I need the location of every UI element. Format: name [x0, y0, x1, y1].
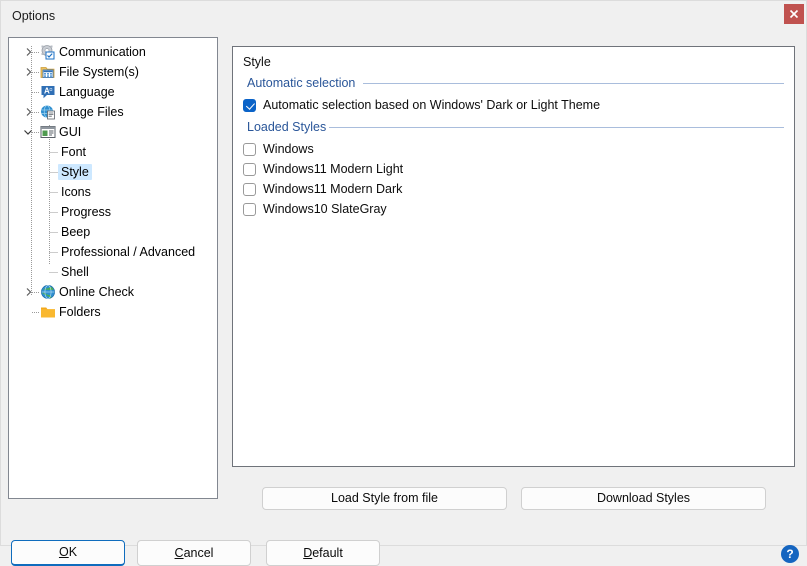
- checkbox-indicator[interactable]: [243, 143, 256, 156]
- tree-connector: [49, 232, 58, 233]
- default-button[interactable]: Default: [266, 540, 380, 566]
- tree-connector: [49, 272, 58, 273]
- ok-rest: K: [68, 545, 78, 560]
- help-button[interactable]: ?: [781, 545, 799, 563]
- tree-item-folders[interactable]: Folders: [9, 302, 217, 322]
- gear-checkbox-icon: [41, 45, 55, 60]
- checkbox-label: Automatic selection based on Windows' Da…: [263, 98, 601, 112]
- load-style-from-file-button[interactable]: Load Style from file: [262, 487, 507, 510]
- svg-text:¤: ¤: [49, 88, 52, 94]
- download-styles-button[interactable]: Download Styles: [521, 487, 766, 510]
- tree-connector: [49, 172, 58, 173]
- cancel-rest: ancel: [183, 545, 214, 560]
- folder-grid-icon: [40, 67, 55, 78]
- cancel-button[interactable]: Cancel: [137, 540, 251, 566]
- tree-connector: [49, 152, 58, 153]
- checkbox-indicator[interactable]: [243, 203, 256, 216]
- tree-item-label: Folders: [59, 305, 101, 319]
- tree-item-label: Communication: [59, 45, 146, 59]
- tree-item-style[interactable]: Style: [9, 162, 217, 182]
- tree-item-label: Online Check: [59, 285, 135, 299]
- chevron-down-icon[interactable]: [23, 127, 33, 137]
- title-bar: Options: [1, 1, 806, 33]
- tree-connector: [31, 92, 39, 93]
- close-icon: [789, 9, 799, 19]
- tree-item-icons[interactable]: Icons: [9, 182, 217, 202]
- default-rest: efault: [312, 545, 343, 560]
- tree-item-label: Font: [61, 145, 87, 159]
- tree-item-font[interactable]: Font: [9, 142, 217, 162]
- tree-item-beep[interactable]: Beep: [9, 222, 217, 242]
- tree-connector: [49, 192, 58, 193]
- tree-item-label: GUI: [59, 125, 82, 139]
- tree-item-gui[interactable]: GUI: [9, 122, 217, 142]
- tree-item-progress[interactable]: Progress: [9, 202, 217, 222]
- tree-connector: [49, 212, 58, 213]
- tree-item-label: Image Files: [59, 105, 124, 119]
- tree-connector: [31, 312, 39, 313]
- section-divider: [363, 83, 784, 84]
- ok-button[interactable]: OK: [11, 540, 125, 566]
- chevron-right-icon[interactable]: [24, 107, 34, 117]
- checkbox-label: Windows11 Modern Light: [263, 162, 404, 176]
- tree-item-label: Shell: [61, 265, 89, 279]
- default-accel: D: [303, 545, 313, 560]
- options-dialog-window: Options Communication File System(s) A ¤…: [0, 0, 807, 566]
- image-globe-icon: [41, 105, 55, 120]
- chevron-right-icon[interactable]: [24, 67, 34, 77]
- section-divider: [329, 127, 784, 128]
- tree-item-shell[interactable]: Shell: [9, 262, 217, 282]
- tree-item-label: Style: [58, 164, 92, 180]
- tree-item-communication[interactable]: Communication: [9, 42, 217, 62]
- checkbox-label: Windows11 Modern Dark: [263, 182, 403, 196]
- cancel-accel: C: [174, 545, 184, 560]
- tree-item-label: Language: [59, 85, 115, 99]
- tree-item-label: Icons: [61, 185, 91, 199]
- tree-item-online-check[interactable]: Online Check: [9, 282, 217, 302]
- dialog-client-area: Communication File System(s) A ¤ Languag…: [1, 32, 806, 566]
- style-settings-panel: Style Automatic selection Automatic sele…: [232, 46, 795, 467]
- tree-item-image-files[interactable]: Image Files: [9, 102, 217, 122]
- tree-item-professional-advanced[interactable]: Professional / Advanced: [9, 242, 217, 262]
- tree-item-file-systems[interactable]: File System(s): [9, 62, 217, 82]
- window-icon: [40, 126, 56, 138]
- section-title-automatic-selection: Automatic selection: [247, 76, 362, 90]
- help-icon: ?: [786, 547, 794, 561]
- tree-item-language[interactable]: A ¤ Language: [9, 82, 217, 102]
- tree-item-label: Progress: [61, 205, 112, 219]
- window-title: Options: [12, 9, 56, 23]
- checkbox-indicator[interactable]: [243, 163, 256, 176]
- checkbox-label: Windows10 SlateGray: [263, 202, 387, 216]
- checkbox-indicator[interactable]: [243, 183, 256, 196]
- options-tree-view[interactable]: Communication File System(s) A ¤ Languag…: [8, 37, 218, 499]
- panel-title: Style: [243, 55, 271, 69]
- tree-item-label: Beep: [61, 225, 91, 239]
- ok-accel: O: [58, 545, 69, 560]
- checkbox-indicator[interactable]: [243, 99, 256, 112]
- chevron-right-icon[interactable]: [24, 47, 34, 57]
- checkbox-label: Windows: [263, 142, 314, 156]
- globe-icon: [41, 285, 55, 299]
- tree-item-label: Professional / Advanced: [61, 245, 196, 259]
- tree-connector: [49, 252, 58, 253]
- speech-a-icon: A ¤: [41, 86, 55, 99]
- folder-icon: [41, 307, 55, 318]
- close-button[interactable]: [784, 4, 804, 24]
- chevron-right-icon[interactable]: [24, 287, 34, 297]
- section-title-loaded-styles: Loaded Styles: [247, 120, 333, 134]
- tree-item-label: File System(s): [59, 65, 139, 79]
